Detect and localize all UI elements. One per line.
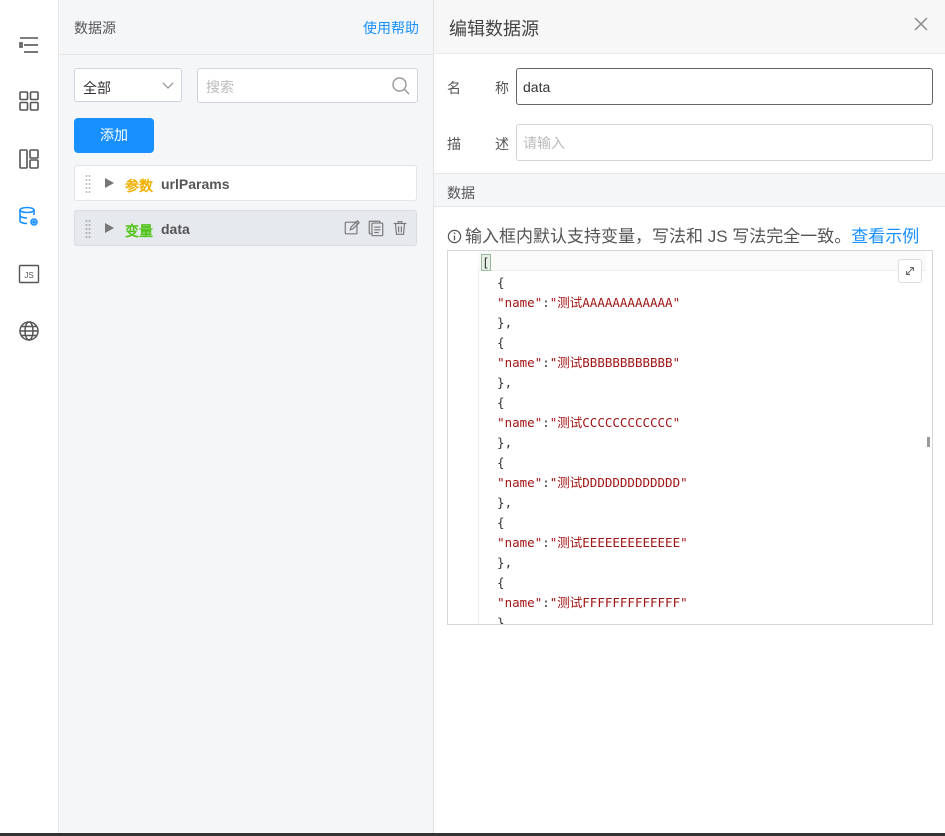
js-icon[interactable]: JS (14, 259, 44, 289)
drag-handle-icon[interactable] (85, 174, 91, 194)
code-line: "name":"测试CCCCCCCCCCCC" (497, 415, 681, 430)
code-line: }, (482, 315, 513, 330)
expand-caret-icon[interactable] (105, 223, 114, 233)
code-line: { (482, 515, 505, 530)
code-line: "name":"测试FFFFFFFFFFFFF" (497, 595, 688, 610)
expand-icon (906, 267, 914, 275)
code-line: "name":"测试BBBBBBBBBBBB" (497, 355, 681, 370)
edit-datasource-panel: 编辑数据源 名称 描述 数据 输入框内默认支持变量，写法和 JS 写法完全一致。… (434, 0, 945, 836)
item-kind: 变量 (125, 223, 153, 239)
copy-icon[interactable] (366, 218, 386, 238)
code-line: [ (481, 254, 491, 271)
svg-text:JS: JS (24, 271, 33, 280)
divider (59, 54, 433, 55)
variable-tip: 输入框内默认支持变量，写法和 JS 写法完全一致。查看示例 (447, 222, 919, 247)
delete-icon[interactable] (390, 218, 410, 238)
tip-text: 输入框内默认支持变量，写法和 JS 写法完全一致。 (465, 227, 852, 246)
name-label-char-2: 称 (495, 80, 509, 96)
code-line: { (482, 275, 505, 290)
chevron-down-icon (162, 82, 174, 89)
search-box (197, 68, 418, 103)
search-icon[interactable] (391, 76, 411, 96)
item-name: urlParams (161, 176, 230, 192)
scrollbar-marker (927, 437, 930, 447)
section-title: 数据 (447, 185, 475, 201)
icon-rail: JS (0, 0, 59, 836)
add-button[interactable]: 添加 (74, 118, 154, 153)
filter-select-value: 全部 (83, 80, 111, 96)
datasource-icon[interactable] (14, 202, 44, 232)
view-example-link[interactable]: 查看示例 (851, 227, 919, 246)
panel-title: 数据源 (74, 20, 116, 36)
globe-icon[interactable] (14, 316, 44, 346)
description-input[interactable] (516, 124, 933, 161)
code-line: "name":"测试AAAAAAAAAAAA" (497, 295, 681, 310)
fullscreen-button[interactable] (898, 259, 922, 283)
edit-icon[interactable] (342, 218, 362, 238)
layout-icon[interactable] (14, 144, 44, 174)
data-section-header: 数据 (434, 173, 945, 207)
list-item[interactable]: 参数 urlParams (74, 165, 417, 201)
code-line: { (482, 455, 505, 470)
panel-title: 编辑数据源 (449, 19, 539, 39)
code-line: { (482, 395, 505, 410)
description-label-char-2: 述 (495, 136, 509, 152)
editor-gutter (448, 251, 479, 624)
drag-handle-icon[interactable] (85, 219, 91, 239)
info-icon (447, 229, 462, 244)
components-icon[interactable] (14, 86, 44, 116)
description-label-char-1: 描 (447, 136, 461, 152)
code-line: "name":"测试DDDDDDDDDDDDD" (497, 475, 688, 490)
code-line: }, (482, 375, 513, 390)
list-item[interactable]: 变量 data (74, 210, 417, 246)
item-kind: 参数 (125, 178, 153, 194)
code-line: { (482, 335, 505, 350)
code-line: { (482, 575, 505, 590)
item-actions (342, 218, 410, 238)
code-line: } (482, 615, 505, 625)
code-line: }, (482, 495, 513, 510)
search-input[interactable] (204, 76, 388, 98)
code-line: "name":"测试EEEEEEEEEEEEE" (497, 535, 688, 550)
filter-select[interactable]: 全部 (74, 68, 182, 102)
name-label-char-1: 名 (447, 80, 461, 96)
name-label: 名称 (447, 78, 509, 98)
close-icon[interactable] (913, 16, 929, 32)
name-input[interactable] (516, 68, 933, 105)
code-editor[interactable]: [ { "name":"测试AAAAAAAAAAAA" }, { "name":… (447, 250, 933, 625)
help-link[interactable]: 使用帮助 (363, 18, 419, 38)
code-content[interactable]: [ { "name":"测试AAAAAAAAAAAA" }, { "name":… (481, 253, 688, 625)
code-line: }, (482, 435, 513, 450)
expand-caret-icon[interactable] (105, 178, 114, 188)
outline-icon[interactable] (14, 30, 44, 60)
datasource-list-panel: 数据源 使用帮助 全部 添加 参数 urlParams 变量 data (59, 0, 434, 836)
code-line: }, (482, 555, 513, 570)
description-label: 描述 (447, 134, 509, 154)
item-name: data (161, 221, 190, 237)
